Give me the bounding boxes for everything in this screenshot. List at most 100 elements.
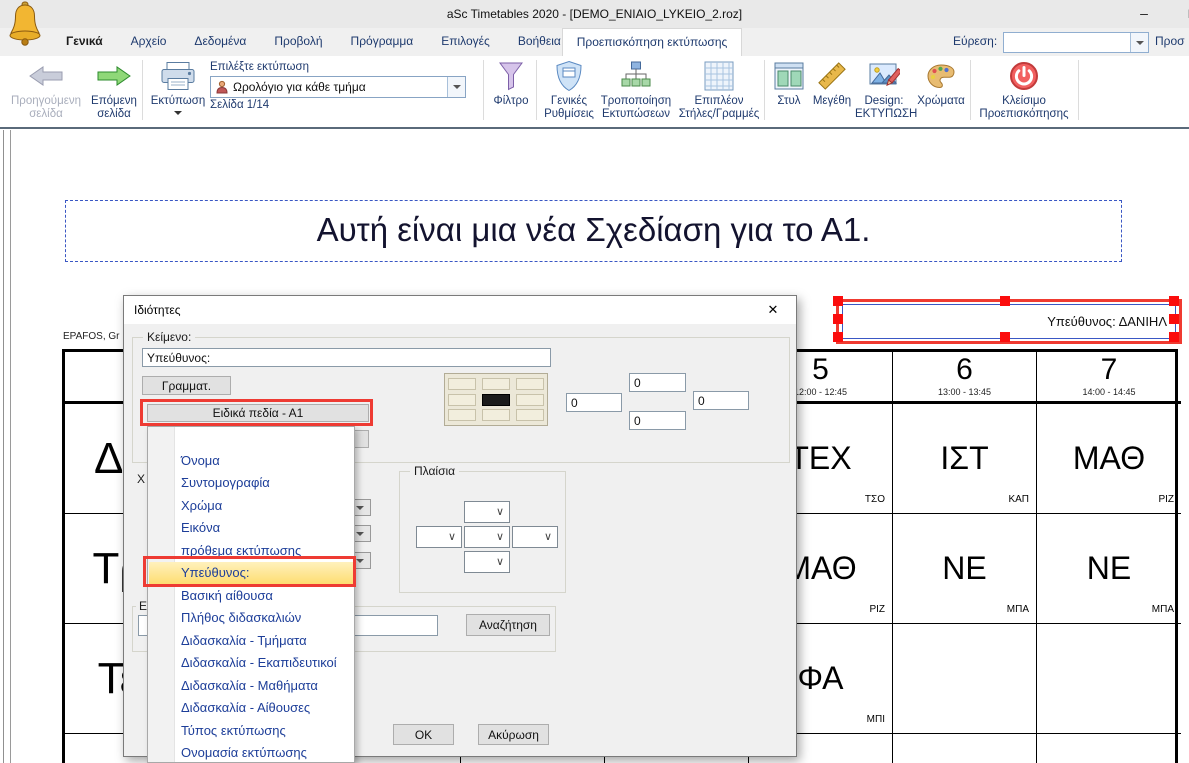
menubar-right-text[interactable]: Προσ	[1155, 28, 1185, 56]
tree-diagram-icon	[620, 60, 652, 92]
selection-handle[interactable]	[1000, 332, 1010, 342]
search-dropdown-button[interactable]	[1130, 33, 1148, 52]
margin-top-input[interactable]	[629, 373, 686, 392]
menu-item-print-name[interactable]: Ονομασία εκτύπωσης	[149, 742, 353, 763]
print-dropdown-arrow-icon	[174, 111, 182, 119]
menu-dedomena[interactable]: Δεδομένα	[180, 28, 260, 56]
menu-item-lessons-subjects[interactable]: Διδασκαλία - Μαθήματα	[149, 675, 353, 697]
style-button[interactable]: Στυλ	[769, 58, 809, 108]
menu-item-print-type[interactable]: Τύπος εκτύπωσης	[149, 720, 353, 742]
menu-provoli[interactable]: Προβολή	[260, 28, 336, 56]
text-group-label: Κείμενο:	[143, 330, 195, 344]
font-button[interactable]: Γραμματ.	[142, 376, 231, 395]
colors-button[interactable]: Χρώματα	[912, 58, 970, 108]
align-cell[interactable]	[516, 394, 544, 406]
toolbar: Προηγούμενη σελίδα Επόμενη σελίδα Εκτύπω…	[0, 56, 1189, 129]
frame-bottom-combobox[interactable]: ∨	[464, 551, 510, 573]
selected-text-element[interactable]: Υπεύθυνος: ΔΑΝΙΗΛ	[836, 297, 1182, 344]
maximize-button[interactable]: □	[1172, 0, 1189, 28]
frame-center-combobox[interactable]: ∨	[464, 526, 510, 548]
previous-page-button[interactable]: Προηγούμενη σελίδα	[6, 58, 86, 121]
ok-button[interactable]: OK	[393, 724, 454, 745]
margin-bottom-input[interactable]	[629, 411, 686, 430]
cancel-button[interactable]: Ακύρωση	[478, 724, 549, 745]
menu-item-lesson-count[interactable]: Πλήθος διδασκαλιών	[149, 607, 353, 629]
sizes-button[interactable]: Μεγέθη	[809, 58, 855, 108]
margin-left-input[interactable]	[566, 393, 622, 412]
next-page-button[interactable]: Επόμενη σελίδα	[86, 58, 142, 121]
general-settings-button[interactable]: Γενικές Ρυθμίσεις	[539, 58, 599, 121]
timetable-cell[interactable]: ΙΣΤ ΚΑΠ	[893, 404, 1037, 514]
align-cell[interactable]	[448, 409, 476, 421]
filter-button[interactable]: Φίλτρο	[487, 58, 535, 108]
align-cell[interactable]	[482, 409, 510, 421]
timetable-cell[interactable]: ΝΕ ΜΠΑ	[893, 514, 1037, 624]
design-button[interactable]: Design: ΕΚΤΥΠΩΣΗ	[855, 58, 913, 121]
dropdown-arrow-icon	[356, 532, 364, 540]
selection-handle[interactable]	[1000, 296, 1010, 306]
menu-item-color[interactable]: Χρώμα	[149, 495, 353, 517]
timetable-cell[interactable]	[893, 624, 1037, 734]
timetable-header-cell: 7 14:00 - 14:45	[1037, 352, 1181, 404]
toolbar-separator	[536, 60, 537, 120]
frames-group-label: Πλαίσια	[410, 464, 459, 478]
align-cell[interactable]	[448, 378, 476, 390]
selection-handle[interactable]	[1169, 296, 1179, 306]
menu-item-name[interactable]: Όνομα	[149, 450, 353, 472]
search-label: Εύρεση:	[953, 28, 997, 56]
align-cell[interactable]	[516, 378, 544, 390]
shield-icon	[555, 60, 583, 92]
minimize-button[interactable]: –	[1123, 0, 1165, 28]
printout-selected-value: Ωρολόγιο για κάθε τμήμα	[233, 77, 445, 97]
print-button[interactable]: Εκτύπωση	[146, 58, 210, 119]
search-button[interactable]: Αναζήτηση	[466, 614, 550, 636]
printer-icon	[160, 61, 196, 91]
search-input[interactable]	[1004, 33, 1130, 52]
margin-right-input[interactable]	[693, 391, 749, 410]
timetable-cell[interactable]	[893, 734, 1037, 763]
search-combobox[interactable]	[1003, 32, 1149, 53]
extra-columns-rows-button[interactable]: Επιπλέον Στήλες/Γραμμές	[678, 58, 760, 121]
dialog-title-bar[interactable]: Ιδιότητες ✕	[124, 296, 796, 324]
close-preview-button[interactable]: Κλείσιμο Προεπισκόπησης	[973, 58, 1075, 121]
power-icon	[1009, 61, 1039, 91]
dialog-close-button[interactable]: ✕	[750, 296, 796, 324]
selection-handle[interactable]	[1169, 332, 1179, 342]
window-title: aSc Timetables 2020 - [DEMO_ENIAIO_LYKEI…	[0, 0, 1189, 28]
selection-handle[interactable]	[833, 314, 843, 324]
menu-programma[interactable]: Πρόγραμμα	[337, 28, 428, 56]
menu-item-lessons-classes[interactable]: Διδασκαλία - Τμήματα	[149, 630, 353, 652]
frame-top-combobox[interactable]: ∨	[464, 501, 510, 523]
text-value-input[interactable]	[142, 348, 551, 367]
timetable-cell[interactable]	[1037, 734, 1181, 763]
selection-handle[interactable]	[833, 296, 843, 306]
tab-print-preview[interactable]: Προεπισκόπηση εκτύπωσης	[562, 28, 742, 56]
align-cell[interactable]	[516, 409, 544, 421]
annotation-special-fields-button	[140, 399, 373, 426]
timetable-cell[interactable]: ΜΑΘ ΡΙΖ	[1037, 404, 1181, 514]
select-printout-group: Επιλέξτε εκτύπωση Ωρολόγιο για κάθε τμήμ…	[210, 58, 476, 128]
modify-printouts-button[interactable]: Τροποποίηση Εκτυπώσεων	[596, 58, 676, 121]
menu-epiloges[interactable]: Επιλογές	[427, 28, 504, 56]
align-cell-selected[interactable]	[482, 394, 510, 406]
selection-handle[interactable]	[833, 332, 843, 342]
frame-left-combobox[interactable]: ∨	[416, 526, 462, 548]
dropdown-arrow-icon	[356, 559, 364, 567]
selection-handle[interactable]	[1169, 314, 1179, 324]
menu-item-picture[interactable]: Εικόνα	[149, 517, 353, 539]
align-cell[interactable]	[482, 378, 510, 390]
report-heading[interactable]: Αυτή είναι μια νέα Σχεδίαση για το Α1.	[65, 200, 1122, 262]
align-cell[interactable]	[448, 394, 476, 406]
alignment-grid[interactable]	[444, 373, 548, 426]
menu-item-abbreviation[interactable]: Συντομογραφία	[149, 472, 353, 494]
timetable-cell[interactable]	[1037, 624, 1181, 734]
frame-right-combobox[interactable]: ∨	[512, 526, 558, 548]
menu-item-lessons-rooms[interactable]: Διδασκαλία - Αίθουσες	[149, 697, 353, 719]
menu-item-home-room[interactable]: Βασική αίθουσα	[149, 585, 353, 607]
menu-item-lessons-teachers[interactable]: Διδασκαλία - Εκαπιδευτικοί	[149, 652, 353, 674]
printout-combobox[interactable]: Ωρολόγιο για κάθε τμήμα	[210, 76, 466, 98]
timetable-cell[interactable]: ΝΕ ΜΠΑ	[1037, 514, 1181, 624]
menu-genika[interactable]: Γενικά	[52, 28, 117, 56]
menu-archeio[interactable]: Αρχείο	[117, 28, 181, 56]
printout-dropdown-button[interactable]	[447, 77, 465, 97]
